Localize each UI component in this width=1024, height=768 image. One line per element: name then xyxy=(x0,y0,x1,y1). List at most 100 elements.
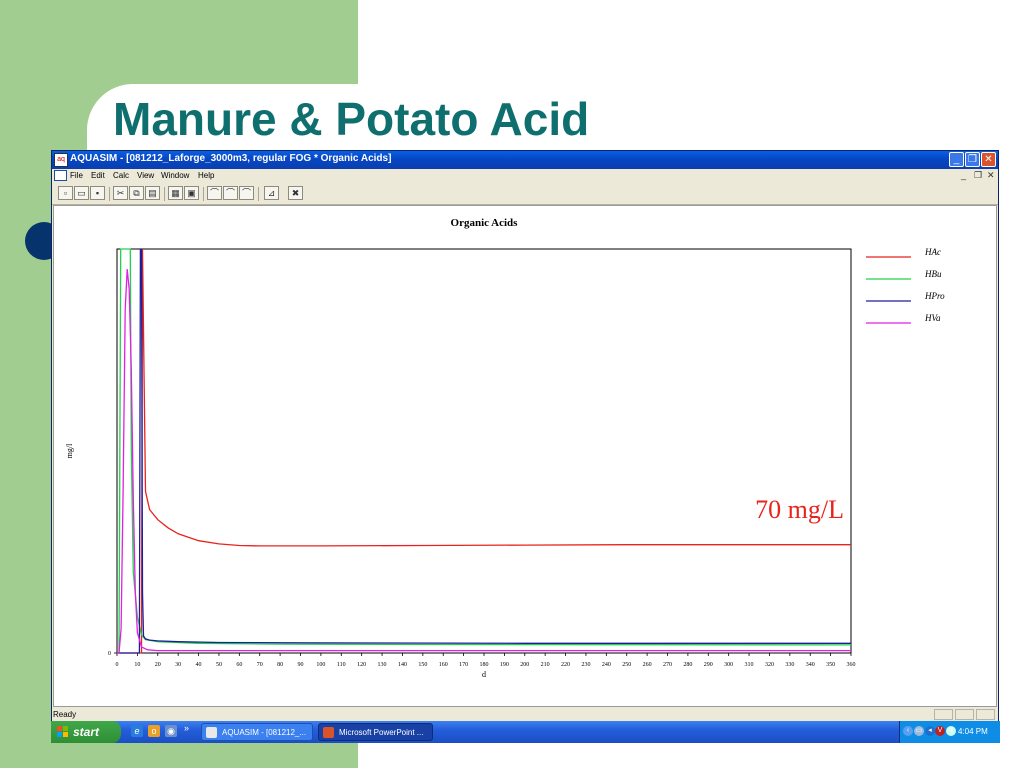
annotation-70mgl: 70 mg/L xyxy=(755,495,844,524)
media-icon[interactable]: ◉ xyxy=(165,725,177,737)
curve-icon-2[interactable]: ⌒ xyxy=(223,186,238,200)
x-tick-label: 320 xyxy=(765,662,774,668)
start-button[interactable]: start xyxy=(51,721,121,743)
toolbar-separator xyxy=(164,187,165,201)
slide-title: Manure & Potato Acid xyxy=(113,93,590,145)
x-tick-label: 80 xyxy=(277,662,283,668)
x-tick-label: 70 xyxy=(257,662,263,668)
mdi-close-button[interactable]: ✕ xyxy=(987,170,995,181)
x-tick-label: 350 xyxy=(826,662,835,668)
aquasim-window: aq AQUASIM - [081212_Laforge_3000m3, reg… xyxy=(51,150,999,722)
menu-edit[interactable]: Edit xyxy=(91,171,105,180)
mdi-restore-button[interactable]: ❐ xyxy=(974,170,982,181)
aquasim-app-icon[interactable]: aq xyxy=(54,153,68,167)
series-line-hpro xyxy=(117,248,851,654)
x-tick-label: 30 xyxy=(175,662,181,668)
x-tick-label: 180 xyxy=(480,662,489,668)
x-tick-label: 360 xyxy=(847,662,856,668)
wifi-icon[interactable]: ≈ xyxy=(946,726,956,736)
back-arrow-icon[interactable]: ‹ xyxy=(903,726,913,736)
paste-icon[interactable]: ▤ xyxy=(145,186,160,200)
menubar: File Edit Calc View Window Help _ ❐ ✕ xyxy=(52,169,998,183)
ie-browser-icon[interactable]: e xyxy=(131,725,143,737)
organic-acids-chart: Organic Acids mg/l d 0 10 20 30 40 50 60 70 80 90 100… xyxy=(65,217,945,679)
legend-label-hbu: HBu xyxy=(924,269,942,279)
x-tick-label: 160 xyxy=(439,662,448,668)
x-tick-label: 220 xyxy=(561,662,570,668)
powerpoint-task-icon xyxy=(323,727,334,738)
save-icon[interactable]: ▪ xyxy=(90,186,105,200)
x-tick-label: 230 xyxy=(581,662,590,668)
series-line-hva xyxy=(117,269,851,654)
x-tick-label: 260 xyxy=(643,662,652,668)
menu-view[interactable]: View xyxy=(137,171,154,180)
curve-icon-3[interactable]: ⌒ xyxy=(239,186,254,200)
x-tick-label: 300 xyxy=(724,662,733,668)
minimize-button[interactable]: _ xyxy=(949,152,964,167)
x-tick-label: 140 xyxy=(398,662,407,668)
status-panel xyxy=(976,709,995,720)
x-tick-label: 50 xyxy=(216,662,222,668)
x-tick-label: 150 xyxy=(418,662,427,668)
series-line-hbu xyxy=(117,248,852,654)
menu-help[interactable]: Help xyxy=(198,171,214,180)
menu-file[interactable]: File xyxy=(70,171,83,180)
cut-icon[interactable]: ✂ xyxy=(113,186,128,200)
status-panel xyxy=(934,709,953,720)
x-tick-label: 0 xyxy=(116,662,119,668)
curve-icon-1[interactable]: ⌒ xyxy=(207,186,222,200)
y-axis-label: mg/l xyxy=(65,443,74,458)
system-tray: ‹ ▭ ◂ V ≈ 4:04 PM xyxy=(899,721,1000,743)
volume-icon[interactable]: ◂ xyxy=(925,726,935,736)
v-icon[interactable]: V xyxy=(935,726,945,736)
y-tick-label: 0 xyxy=(108,651,111,657)
toolbar: ▫ ▭ ▪ ✂ ⧉ ▤ ▦ ▣ ⌒ ⌒ ⌒ ⊿ ✖ xyxy=(52,184,998,205)
open-folder-icon[interactable]: ▭ xyxy=(74,186,89,200)
copy-icon[interactable]: ⧉ xyxy=(129,186,144,200)
network-icon[interactable]: ▭ xyxy=(914,726,924,736)
grid-icon[interactable]: ▦ xyxy=(168,186,183,200)
document-icon[interactable] xyxy=(54,170,67,181)
x-tick-label: 190 xyxy=(500,662,509,668)
window-titlebar[interactable]: aq AQUASIM - [081212_Laforge_3000m3, reg… xyxy=(52,151,998,169)
x-tick-label: 250 xyxy=(622,662,631,668)
x-tick-label: 10 xyxy=(134,662,140,668)
x-tick-label: 290 xyxy=(704,662,713,668)
toolbar-separator xyxy=(109,187,110,201)
legend-label-hva: HVa xyxy=(924,313,941,323)
x-tick-label: 60 xyxy=(236,662,242,668)
series-line-hac xyxy=(117,248,851,654)
x-axis-label: d xyxy=(482,670,486,679)
status-text: Ready xyxy=(53,710,77,719)
mdi-minimize-button[interactable]: _ xyxy=(961,170,966,180)
calc-cancel-icon[interactable]: ✖ xyxy=(288,186,303,200)
restore-button[interactable]: ❐ xyxy=(965,152,980,167)
task-aquasim[interactable]: AQUASIM - [081212_... xyxy=(201,723,313,741)
x-tick-label: 110 xyxy=(337,662,346,668)
toolbar-separator xyxy=(203,187,204,201)
start-label: start xyxy=(73,725,100,739)
aquasim-task-icon xyxy=(206,727,217,738)
close-button[interactable]: ✕ xyxy=(981,152,996,167)
x-tick-label: 120 xyxy=(357,662,366,668)
task-aquasim-label: AQUASIM - [081212_... xyxy=(222,728,307,737)
taskbar: start e o ◉ » AQUASIM - [081212_... Micr… xyxy=(51,721,1000,743)
menu-calc[interactable]: Calc xyxy=(113,171,129,180)
menu-window[interactable]: Window xyxy=(161,171,189,180)
plot-icon[interactable]: ⊿ xyxy=(264,186,279,200)
delete-icon[interactable]: ▣ xyxy=(184,186,199,200)
outlook-icon[interactable]: o xyxy=(148,725,160,737)
new-file-icon[interactable]: ▫ xyxy=(58,186,73,200)
chart-title: Organic Acids xyxy=(451,217,519,229)
plot-frame xyxy=(116,248,852,654)
x-tick-label: 240 xyxy=(602,662,611,668)
plot-canvas: Organic Acids mg/l d 0 10 20 30 40 50 60 70 80 90 100… xyxy=(53,205,997,707)
task-powerpoint[interactable]: Microsoft PowerPoint ... xyxy=(318,723,433,741)
x-tick-label: 310 xyxy=(745,662,754,668)
quicklaunch-chevron[interactable]: » xyxy=(184,723,189,733)
legend-label-hac: HAc xyxy=(924,247,941,257)
x-tick-label: 340 xyxy=(806,662,815,668)
status-bar: Ready xyxy=(52,709,998,721)
status-panel xyxy=(955,709,974,720)
x-tick-label: 90 xyxy=(298,662,304,668)
